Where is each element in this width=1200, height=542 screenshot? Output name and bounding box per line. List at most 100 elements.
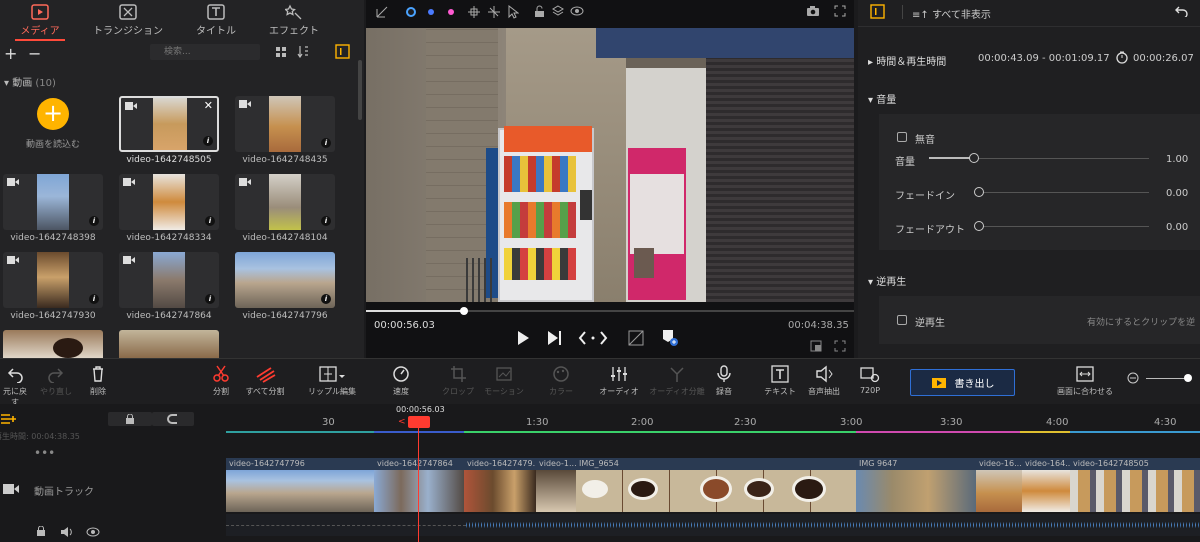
tab-transition[interactable]: トランジション	[88, 4, 168, 37]
media-item[interactable]: i	[235, 174, 335, 230]
pip-icon[interactable]	[810, 340, 822, 352]
timeline-clip[interactable]: video-1642748505	[1070, 458, 1200, 512]
media-item[interactable]: i	[235, 252, 335, 308]
add-icon[interactable]: +	[4, 44, 17, 63]
fadein-handle[interactable]	[974, 187, 984, 197]
import-button[interactable]: +	[37, 98, 69, 130]
volume-value[interactable]: 1.00	[1166, 154, 1188, 165]
timeline-clip[interactable]: IMG 9647	[856, 458, 976, 512]
fadeout-value[interactable]: 0.00	[1166, 222, 1188, 233]
audio-section-header[interactable]: ▾ 音量	[868, 91, 896, 106]
seek-handle[interactable]	[459, 307, 468, 315]
volume-handle[interactable]	[969, 153, 979, 163]
media-group-header[interactable]: ▾ 動画 (10)	[4, 74, 56, 89]
media-item[interactable]: i	[3, 252, 103, 308]
time-ruler[interactable]: 30 1:30 2:00 2:30 3:00 3:30 4:00 4:30	[226, 412, 1200, 432]
zoom-out-icon[interactable]	[1127, 372, 1139, 384]
add-marker-icon[interactable]	[660, 328, 678, 346]
tab-effect[interactable]: エフェクト	[254, 4, 334, 37]
playhead-handle[interactable]	[408, 416, 430, 428]
fadeout-slider[interactable]	[976, 226, 1149, 227]
crosshair-icon[interactable]	[467, 5, 481, 19]
split-button[interactable]: 分割	[206, 365, 236, 397]
fit-screen-button[interactable]: 画面に合わせる	[1052, 365, 1118, 397]
timeline-clip[interactable]: video-1642747864	[374, 458, 464, 512]
magnet-button[interactable]	[152, 412, 194, 426]
play-frame-icon[interactable]	[546, 330, 562, 346]
media-item[interactable]	[119, 330, 219, 358]
crop-button[interactable]: クロップ	[440, 365, 476, 397]
split-all-button[interactable]: すべて分割	[242, 365, 288, 397]
close-icon[interactable]: ✕	[204, 99, 213, 112]
more-icon[interactable]: •••	[34, 446, 55, 460]
sort-icon[interactable]	[297, 45, 309, 58]
voice-extract-button[interactable]: 音声抽出	[804, 365, 844, 397]
panel-collapse-icon[interactable]	[870, 4, 885, 19]
fadein-value[interactable]: 0.00	[1166, 188, 1188, 199]
color-cyan-dot[interactable]	[406, 7, 416, 17]
snapshot-icon[interactable]	[806, 5, 820, 17]
media-item[interactable]	[3, 330, 103, 358]
info-icon[interactable]: i	[205, 294, 215, 304]
resolution-button[interactable]: 720P	[856, 365, 884, 395]
timeline-clip[interactable]: video-16...	[976, 458, 1022, 512]
video-frame[interactable]	[366, 28, 854, 302]
audio-split-button[interactable]: オーディオ分離	[648, 365, 706, 397]
zoom-handle[interactable]	[1184, 374, 1192, 382]
undo-button[interactable]: 元に戻す	[0, 365, 30, 408]
crop-frame-icon[interactable]	[628, 330, 644, 346]
info-icon[interactable]: i	[321, 294, 331, 304]
motion-button[interactable]: モーション	[482, 365, 526, 397]
timeline-clip[interactable]: video-1642747796	[226, 458, 374, 512]
media-item[interactable]: i	[235, 96, 335, 152]
step-frames-icon[interactable]	[578, 330, 608, 346]
ripple-edit-button[interactable]: リップル編集	[306, 365, 358, 397]
reverse-section-header[interactable]: ▾ 逆再生	[868, 273, 906, 288]
info-icon[interactable]: i	[321, 138, 331, 148]
time-section-header[interactable]: ▸ 時間＆再生時間	[868, 53, 946, 68]
timeline-clip[interactable]: video-16427479...	[464, 458, 536, 512]
color-blue-dot[interactable]	[428, 9, 434, 15]
info-icon[interactable]: i	[205, 216, 215, 226]
record-button[interactable]: 録音	[712, 365, 736, 397]
media-item[interactable]: i	[119, 252, 219, 308]
lock-icon[interactable]	[534, 5, 545, 18]
tab-media[interactable]: メディア	[0, 4, 80, 41]
fadeout-handle[interactable]	[974, 221, 984, 231]
color-button[interactable]: カラー	[544, 365, 578, 397]
timeline-clip[interactable]: video-164...	[1022, 458, 1070, 512]
play-icon[interactable]	[516, 330, 530, 346]
expand-icon[interactable]	[834, 340, 846, 352]
export-button[interactable]: 書き出し	[910, 369, 1015, 396]
info-icon[interactable]: i	[203, 136, 213, 146]
redo-button[interactable]: やり直し	[38, 365, 74, 397]
text-button[interactable]: テキスト	[762, 365, 798, 397]
hide-all-button[interactable]: ≡↑ すべて非表示	[912, 6, 991, 21]
track-visibility-icon[interactable]	[86, 527, 100, 537]
media-item[interactable]: i	[119, 174, 219, 230]
panel-toggle-icon[interactable]	[335, 44, 350, 59]
layers-icon[interactable]	[552, 5, 564, 17]
timeline-clip[interactable]: video-1...	[536, 458, 576, 512]
tab-title[interactable]: タイトル	[176, 4, 256, 37]
fadein-slider[interactable]	[976, 192, 1149, 193]
lock-track-button[interactable]	[108, 412, 152, 426]
track-volume-icon[interactable]	[60, 526, 74, 537]
info-icon[interactable]: i	[321, 216, 331, 226]
media-item[interactable]: ✕ i	[119, 96, 219, 152]
delete-button[interactable]: 削除	[84, 365, 112, 397]
search-input[interactable]	[150, 44, 260, 60]
info-icon[interactable]: i	[89, 294, 99, 304]
scrollbar[interactable]	[358, 60, 362, 120]
crosshair-alt-icon[interactable]	[487, 5, 501, 19]
reverse-checkbox[interactable]	[897, 315, 907, 325]
info-icon[interactable]: i	[89, 216, 99, 226]
add-track-icon[interactable]	[0, 412, 16, 426]
remove-icon[interactable]: −	[28, 44, 41, 63]
speed-button[interactable]: 速度	[388, 365, 414, 397]
eye-icon[interactable]	[570, 6, 584, 16]
pointer-icon[interactable]	[507, 5, 519, 19]
audio-button[interactable]: オーディオ	[596, 365, 642, 397]
mute-checkbox[interactable]	[897, 132, 907, 142]
grid-view-icon[interactable]	[275, 46, 287, 58]
